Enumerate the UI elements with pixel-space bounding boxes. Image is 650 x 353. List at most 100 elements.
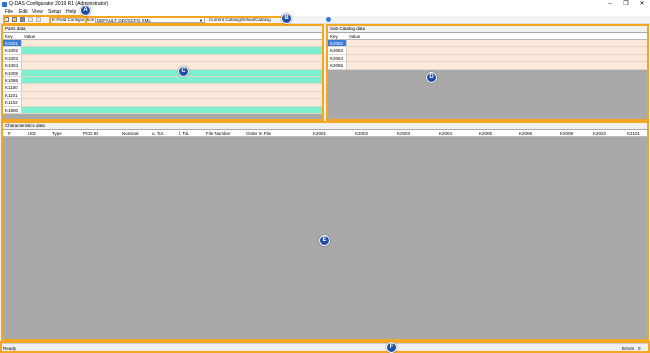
parts-panel: Parts data Key Value K1001 K1002 K1003 K100… xyxy=(1,24,324,121)
parts-row[interactable]: K1003 xyxy=(3,54,322,63)
parts-key-cell[interactable]: K1001 xyxy=(3,40,22,47)
app-logo-icon xyxy=(2,2,7,7)
parts-key-cell[interactable]: K1101 xyxy=(3,91,22,99)
parts-value-cell[interactable] xyxy=(22,92,322,98)
char-col-uid[interactable]: UID xyxy=(28,130,36,137)
characteristics-header: # UID Type PCD ID Nominal u. Tol. l. Tol… xyxy=(3,130,647,137)
status-bar: Ready Errors 0 xyxy=(0,343,650,353)
catalog-value: DefaultCatalog xyxy=(241,17,271,22)
char-col-nominal[interactable]: Nominal xyxy=(122,130,139,137)
char-col-file-number[interactable]: File Number xyxy=(206,130,231,137)
parts-value-cell[interactable] xyxy=(22,62,322,68)
subcatalog-row[interactable]: K2063 xyxy=(328,47,647,55)
disabled-tool-icon-2[interactable] xyxy=(36,17,41,22)
menu-view[interactable]: View xyxy=(32,9,43,16)
char-col-k2003[interactable]: K2003 xyxy=(397,130,410,137)
menu-bar: File Edit View Setup Help xyxy=(0,9,650,16)
maximize-button[interactable]: ❐ xyxy=(618,0,634,9)
char-col-k2101[interactable]: K2101 xyxy=(627,130,640,137)
char-col-number[interactable]: # xyxy=(8,130,11,137)
subcatalog-row[interactable]: K2064 xyxy=(328,54,647,63)
parts-key-cell[interactable]: K1100 xyxy=(3,84,22,91)
main-window: Q-DAS Configurator 2019 R1 (Administrato… xyxy=(0,0,650,353)
parts-row[interactable]: K1001 xyxy=(3,40,322,48)
parts-row[interactable]: K1900 xyxy=(3,106,322,114)
menu-help[interactable]: Help xyxy=(66,9,76,16)
subcatalog-row[interactable]: K2065 xyxy=(328,62,647,70)
char-col-k2005[interactable]: K2005 xyxy=(479,130,492,137)
subcatalog-value-cell[interactable] xyxy=(347,62,647,68)
config-select-value: DEFAULT QDVSCFG XML xyxy=(97,18,151,23)
status-text: Ready xyxy=(3,346,17,351)
char-col-k2004[interactable]: K2004 xyxy=(439,130,452,137)
title-bar: Q-DAS Configurator 2019 R1 (Administrato… xyxy=(0,0,650,9)
subcatalog-key-cell[interactable]: K2064 xyxy=(328,54,347,62)
minimize-button[interactable]: – xyxy=(602,0,618,9)
subcatalog-value-cell[interactable] xyxy=(347,47,647,53)
parts-row[interactable]: K1086 xyxy=(3,77,322,85)
char-col-upper-tol[interactable]: u. Tol. xyxy=(152,130,164,137)
parts-value-cell[interactable] xyxy=(22,99,322,105)
subcatalog-value-cell[interactable] xyxy=(347,40,647,46)
subcatalog-key-cell[interactable]: K2062 xyxy=(328,40,347,47)
parts-value-cell[interactable] xyxy=(22,84,322,90)
subcatalog-col-key: Key xyxy=(330,34,338,39)
callout-marker-d: D xyxy=(426,72,437,83)
parts-row[interactable]: K1002 xyxy=(3,47,322,55)
char-col-lower-tol[interactable]: l. Tol. xyxy=(179,130,189,137)
subcatalog-col-value: Value xyxy=(349,34,361,39)
callout-marker-a: A xyxy=(80,5,91,16)
subcatalog-header: Key Value xyxy=(328,33,647,40)
open-folder-icon[interactable] xyxy=(12,17,17,22)
disabled-tool-icon[interactable] xyxy=(28,17,33,22)
parts-value-cell[interactable] xyxy=(22,40,322,46)
parts-header: Key Value xyxy=(3,33,322,40)
parts-value-cell[interactable] xyxy=(22,47,322,53)
parts-row[interactable]: K1100 xyxy=(3,84,322,92)
parts-key-cell[interactable]: K1002 xyxy=(3,47,22,54)
callout-marker-f: F xyxy=(386,342,397,353)
parts-key-cell[interactable]: K1003 xyxy=(3,54,22,62)
char-col-pcd-id[interactable]: PCD ID xyxy=(83,130,98,137)
parts-key-cell[interactable]: K1005 xyxy=(3,69,22,76)
char-col-type[interactable]: Type xyxy=(52,130,62,137)
save-icon[interactable] xyxy=(20,17,25,22)
menu-setup[interactable]: Setup xyxy=(48,9,61,16)
subcatalog-key-cell[interactable]: K2063 xyxy=(328,47,347,54)
parts-value-cell[interactable] xyxy=(22,77,322,83)
char-col-k2006[interactable]: K2006 xyxy=(519,130,532,137)
new-file-icon[interactable] xyxy=(4,17,9,22)
parts-key-cell[interactable]: K1086 xyxy=(3,77,22,84)
char-col-k2002[interactable]: K2002 xyxy=(355,130,368,137)
config-label: K-Field Configuration xyxy=(52,17,95,22)
callout-marker-c: C xyxy=(178,66,189,77)
parts-value-cell[interactable] xyxy=(22,55,322,61)
subcatalog-row[interactable]: K2062 xyxy=(328,40,647,48)
menu-file[interactable]: File xyxy=(5,9,13,16)
parts-col-value: Value xyxy=(24,34,36,39)
callout-marker-e: E xyxy=(319,235,330,246)
parts-row[interactable]: K1102 xyxy=(3,99,322,107)
parts-value-cell[interactable] xyxy=(22,107,322,113)
subcatalog-title: Sub-Catalog data xyxy=(328,26,647,32)
char-col-order-in-file[interactable]: Order In File xyxy=(246,130,271,137)
parts-key-cell[interactable]: K1900 xyxy=(3,106,22,113)
parts-title: Parts data xyxy=(3,26,322,32)
parts-key-cell[interactable]: K1004 xyxy=(3,62,22,69)
subcatalog-key-cell[interactable]: K2065 xyxy=(328,62,347,69)
char-col-k2001[interactable]: K2001 xyxy=(313,130,326,137)
char-col-k2022[interactable]: K2022 xyxy=(593,130,606,137)
parts-row[interactable]: K1005 xyxy=(3,69,322,77)
config-select[interactable]: DEFAULT QDVSCFG XML ▼ xyxy=(95,17,205,23)
parts-value-cell[interactable] xyxy=(22,70,322,76)
parts-key-cell[interactable]: K1102 xyxy=(3,99,22,106)
char-col-k2009[interactable]: K2009 xyxy=(560,130,573,137)
errors-label: Errors xyxy=(622,346,635,351)
menu-edit[interactable]: Edit xyxy=(19,9,28,16)
callout-marker-b: B xyxy=(281,13,292,24)
subcatalog-value-cell[interactable] xyxy=(347,55,647,61)
parts-row[interactable]: K1101 xyxy=(3,91,322,100)
info-icon xyxy=(326,17,331,22)
parts-row[interactable]: K1004 xyxy=(3,62,322,70)
close-button[interactable]: ✕ xyxy=(634,0,650,9)
